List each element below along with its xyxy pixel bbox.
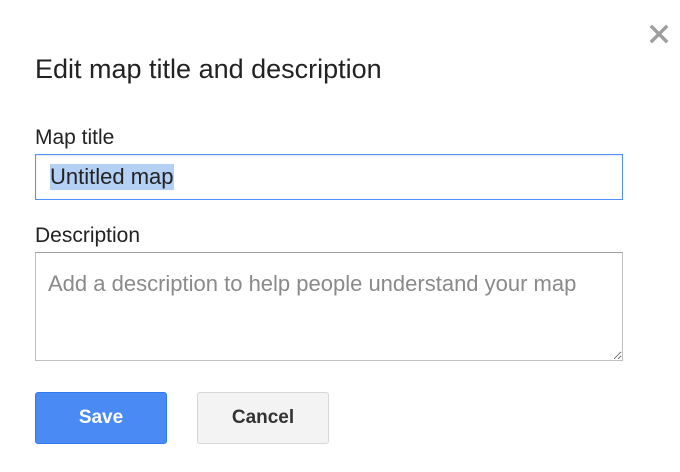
description-textarea[interactable] [35,252,623,361]
dialog-title: Edit map title and description [35,54,382,84]
description-label: Description [35,224,141,247]
close-icon[interactable] [647,22,671,46]
cancel-button[interactable]: Cancel [197,392,329,444]
save-button[interactable]: Save [35,392,167,444]
edit-map-dialog: Edit map title and description Map title… [0,0,680,472]
map-title-label: Map title [35,126,115,149]
map-title-input[interactable] [35,154,623,200]
